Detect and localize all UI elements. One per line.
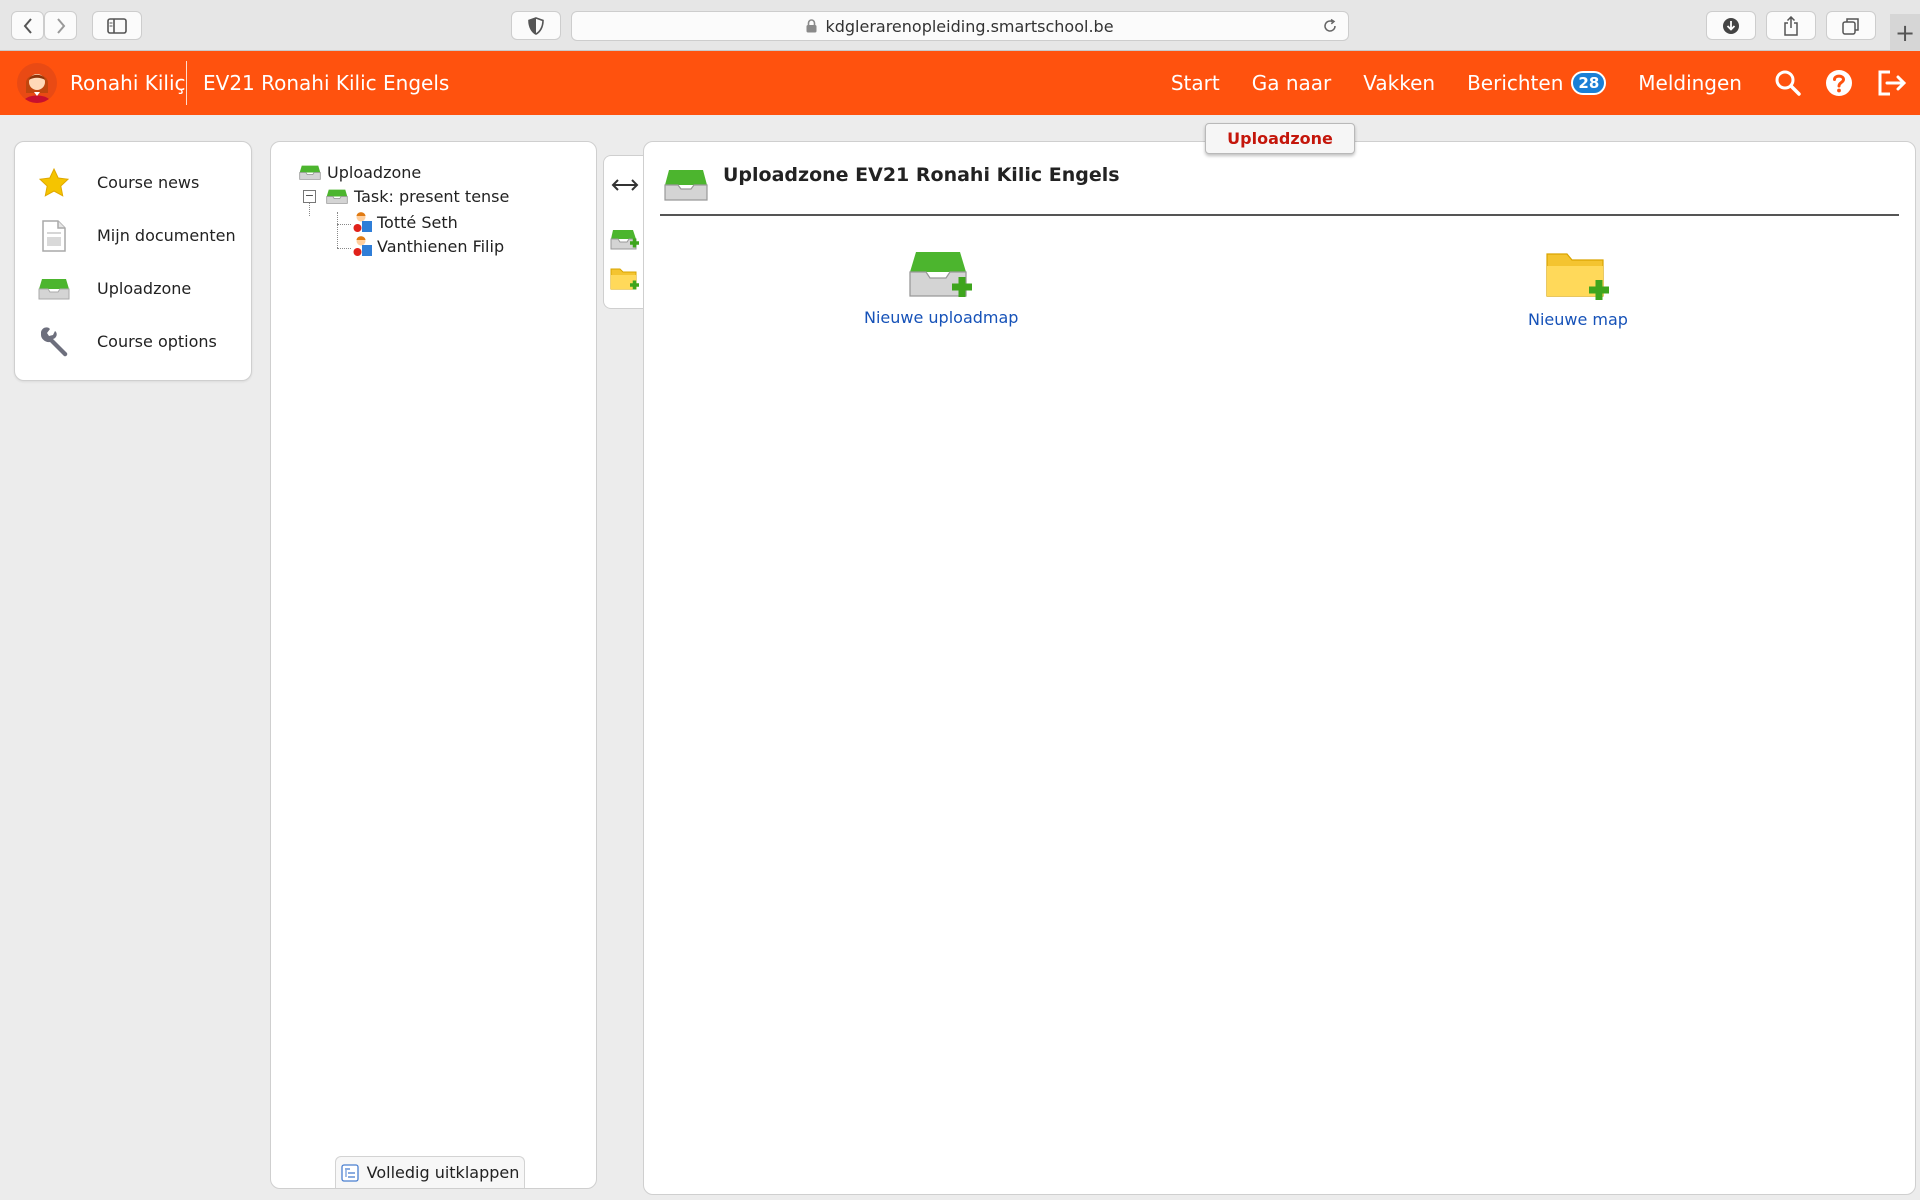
document-icon [27,219,81,252]
search-button[interactable] [1774,69,1802,97]
tree-connector [337,212,338,248]
page-title: Uploadzone EV21 Ronahi Kilic Engels [723,164,1120,186]
header-separator [186,61,187,105]
inbox-icon [326,189,348,204]
download-icon [1723,17,1739,34]
browser-toolbar: kdglerarenopleiding.smartschool.be + [0,0,1920,51]
tabs-overview-icon [1842,17,1859,35]
expand-all-button[interactable]: Volledig uitklappen [335,1156,525,1188]
menu-item-label: Uploadzone [97,279,192,298]
tree-node-uploadzone[interactable]: Uploadzone [299,163,421,182]
folder-tree-panel: Uploadzone − Task: present tense Totté S… [270,141,597,1189]
logout-button[interactable] [1876,68,1908,98]
url-text: kdglerarenopleiding.smartschool.be [825,16,1114,36]
nav-messages-label: Berichten [1467,71,1564,95]
search-icon [1775,70,1801,96]
address-bar[interactable]: kdglerarenopleiding.smartschool.be [571,11,1349,41]
app-header: Ronahi Kiliç EV21 Ronahi Kilic Engels St… [0,51,1920,115]
menu-item-label: Course news [97,173,200,192]
main-navigation: Start Ga naar Vakken Berichten 28 Meldin… [1171,51,1920,115]
tab-uploadzone[interactable]: Uploadzone [1205,123,1355,154]
nav-courses[interactable]: Vakken [1363,71,1435,95]
nav-messages[interactable]: Berichten 28 [1467,71,1607,95]
user-name[interactable]: Ronahi Kiliç [70,71,186,95]
browser-privacy-button[interactable] [511,11,561,40]
tree-node-student[interactable]: Totté Seth [353,211,458,233]
new-folder-tool[interactable] [608,266,642,294]
browser-share-button[interactable] [1766,11,1816,40]
browser-forward-button[interactable] [44,11,77,40]
browser-back-button[interactable] [11,11,44,40]
menu-item-label: Mijn documenten [97,226,236,245]
main-content-panel: Uploadzone EV21 Ronahi Kilic Engels Nieu… [643,141,1916,1195]
menu-item-course-news[interactable]: Course news [15,156,251,209]
tree-node-label: Vanthienen Filip [377,236,505,256]
share-icon [1784,15,1798,36]
reload-icon[interactable] [1322,18,1338,34]
new-folder-icon [610,268,639,290]
tree-connector [337,224,351,225]
menu-item-label: Course options [97,332,217,351]
panel-toolbar [603,155,643,309]
resize-panels-button[interactable] [608,178,642,192]
avatar[interactable] [17,63,57,103]
wrench-icon [27,325,81,359]
action-label: Nieuwe uploadmap [864,308,1019,327]
tree-node-label: Totté Seth [377,212,458,232]
tree-node-task[interactable]: − Task: present tense [303,187,509,206]
star-icon [27,167,81,199]
nav-start[interactable]: Start [1171,71,1220,95]
inbox-icon [299,165,321,180]
collapse-toggle[interactable]: − [303,190,316,203]
help-button[interactable] [1824,68,1854,98]
course-title[interactable]: EV21 Ronahi Kilic Engels [203,71,449,95]
action-label: Nieuwe map [1528,310,1628,329]
new-upload-folder-icon [909,252,973,297]
new-upload-folder-tool[interactable] [608,228,642,254]
menu-item-course-options[interactable]: Course options [15,315,251,368]
tree-node-student[interactable]: Vanthienen Filip [353,235,504,257]
user-avatar-icon [23,74,51,103]
browser-tabs-button[interactable] [1826,11,1876,40]
tree-node-label: Uploadzone [327,163,422,182]
expand-all-label: Volledig uitklappen [366,1163,520,1182]
menu-item-uploadzone[interactable]: Uploadzone [15,262,251,315]
new-tab-button[interactable]: + [1890,14,1920,51]
new-upload-folder-icon [610,230,639,250]
nav-notifications[interactable]: Meldingen [1638,71,1742,95]
chevron-left-icon [23,17,32,34]
new-folder-button[interactable]: Nieuwe map [1528,250,1628,329]
panel-header: Uploadzone EV21 Ronahi Kilic Engels [660,160,1899,216]
shield-icon [528,16,544,35]
tree-connector [337,248,351,249]
new-folder-icon [1546,253,1609,300]
inbox-icon [664,170,708,201]
nav-go-to[interactable]: Ga naar [1252,71,1332,95]
student-icon [353,236,372,256]
sidebar-icon [107,17,127,34]
menu-item-my-documents[interactable]: Mijn documenten [15,209,251,262]
browser-downloads-button[interactable] [1706,11,1756,40]
tree-node-label: Task: present tense [354,187,510,206]
new-upload-folder-button[interactable]: Nieuwe uploadmap [864,250,1018,327]
inbox-icon [27,277,81,301]
course-menu: Course news Mijn documenten Uploadzone C… [14,141,252,381]
messages-count-badge: 28 [1571,71,1607,95]
help-icon [1826,70,1852,96]
chevron-right-icon [56,17,65,34]
logout-icon [1878,70,1907,96]
resize-horizontal-icon [611,179,639,191]
student-icon [353,212,372,232]
browser-sidebar-button[interactable] [92,11,142,40]
lock-icon [806,19,817,33]
expand-tree-icon [340,1163,359,1182]
